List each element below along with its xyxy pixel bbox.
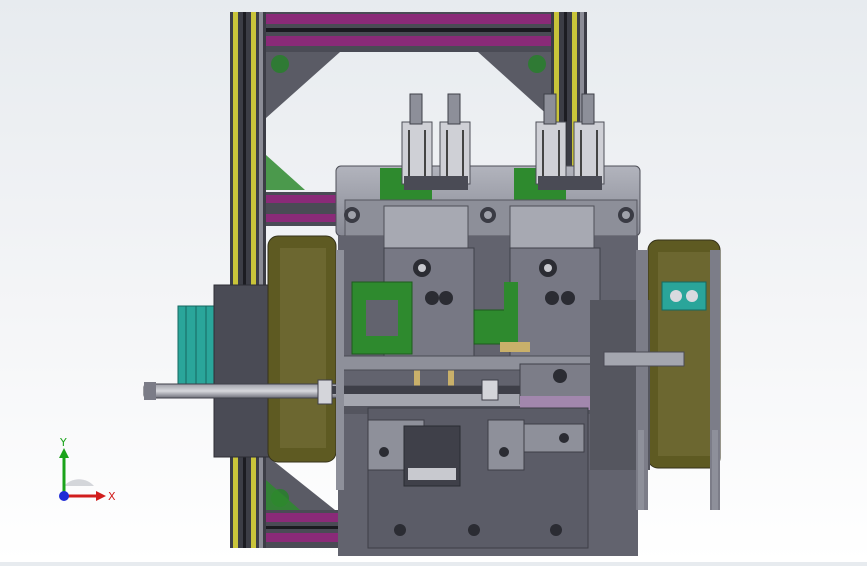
y-axis-label: Y: [59, 438, 67, 449]
x-axis-arrow-icon: [96, 491, 106, 501]
x-axis-label: X: [108, 490, 116, 503]
base-plate: [367, 407, 589, 549]
model-view[interactable]: [0, 0, 867, 562]
y-axis-arrow-icon: [59, 448, 69, 458]
cad-viewport[interactable]: Y X: [0, 0, 867, 562]
coordinate-triad: Y X: [59, 438, 116, 503]
z-axis-dot-icon: [59, 491, 69, 501]
